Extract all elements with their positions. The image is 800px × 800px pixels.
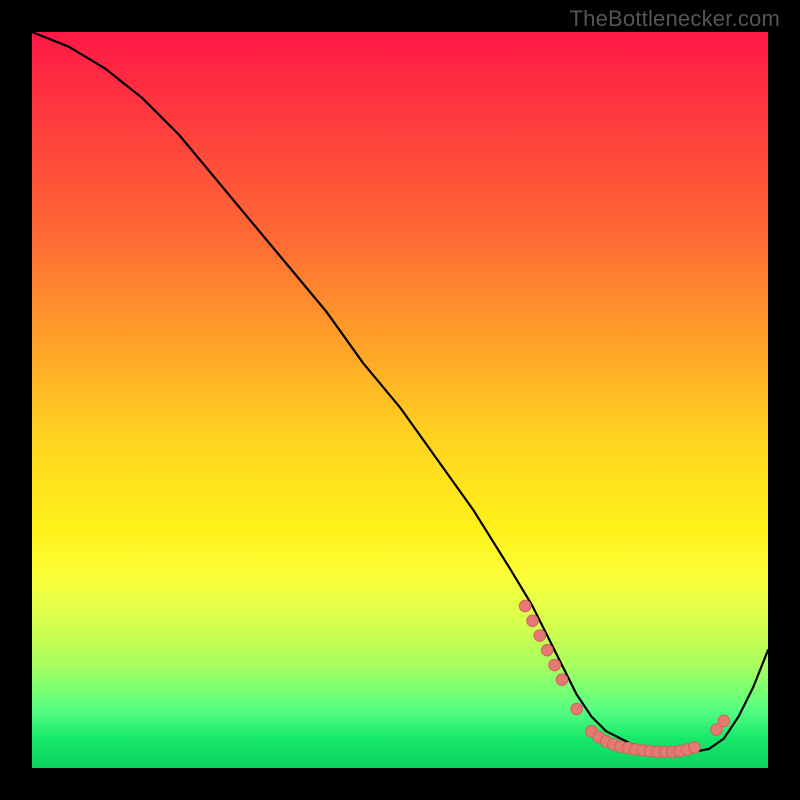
- highlight-dots: [519, 600, 729, 757]
- highlight-dot: [534, 630, 546, 642]
- highlight-dot: [519, 600, 531, 612]
- highlight-dot: [718, 715, 730, 727]
- highlight-dot: [556, 674, 568, 686]
- highlight-dot: [527, 615, 539, 627]
- plot-area: [32, 32, 768, 768]
- highlight-dot: [549, 659, 561, 671]
- highlight-dot: [689, 742, 701, 754]
- highlight-dot: [571, 703, 583, 715]
- brand-watermark: TheBottlenecker.com: [570, 6, 780, 32]
- bottleneck-curve: [32, 32, 768, 753]
- highlight-dot: [541, 644, 553, 656]
- chart-frame: TheBottlenecker.com: [0, 0, 800, 800]
- curve-layer: [32, 32, 768, 768]
